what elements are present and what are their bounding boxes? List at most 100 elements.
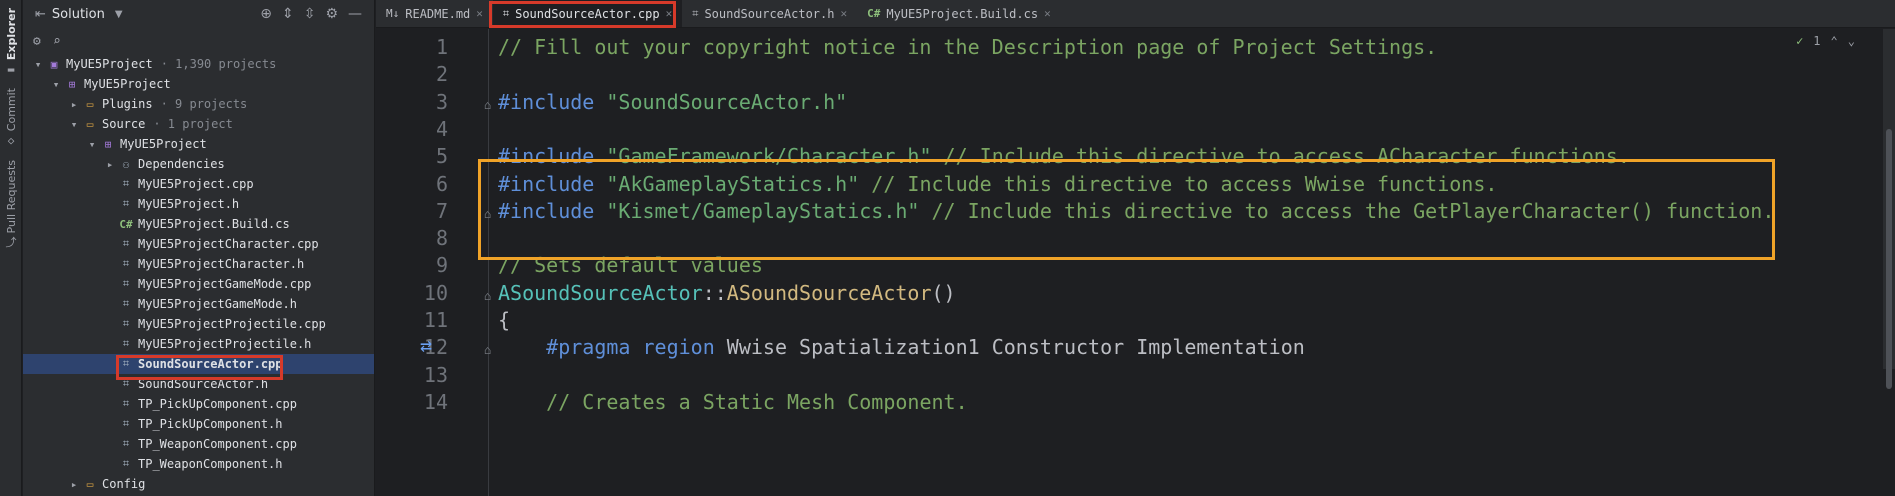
explorer-title[interactable]: Solution: [52, 7, 105, 22]
code-token: // Include this directive to access ACha…: [943, 144, 1630, 169]
csharp-file-icon: C#: [867, 7, 881, 20]
tree-item[interactable]: ⌗ MyUE5ProjectProjectile.h: [23, 334, 374, 354]
close-icon[interactable]: ✕: [1044, 7, 1051, 20]
editor-tab[interactable]: M↓ README.md ✕: [376, 0, 493, 27]
header-file-icon: ⌗: [122, 417, 130, 430]
tool-window-strip: Explorer ▬ Commit ◇ Pull Requests ⤴: [0, 0, 22, 496]
gear-icon[interactable]: ⚙: [325, 6, 338, 22]
tree-item[interactable]: ⌗ MyUE5Project.h: [23, 194, 374, 214]
tree-item[interactable]: ⌗ TP_WeaponComponent.cpp: [23, 434, 374, 454]
tree-item-label: SoundSourceActor.h: [138, 377, 269, 391]
code-line[interactable]: {: [498, 308, 510, 332]
cpp-file-icon: ⌗: [122, 177, 130, 190]
code-line[interactable]: // Fill out your copyright notice in the…: [498, 35, 1437, 59]
close-icon[interactable]: ✕: [666, 7, 673, 20]
chevron-down-icon[interactable]: ▾: [67, 118, 81, 131]
code-line[interactable]: #include "AkGameplayStatics.h" // Includ…: [498, 172, 1497, 196]
tree-item[interactable]: ⌗ MyUE5ProjectProjectile.cpp: [23, 314, 374, 334]
tree-item[interactable]: ⌗ TP_PickUpComponent.cpp: [23, 394, 374, 414]
fold-marker-icon[interactable]: ⌂: [484, 98, 491, 112]
expand-all-icon[interactable]: ⇕: [282, 6, 294, 22]
chevron-up-icon[interactable]: ⌃: [1831, 34, 1838, 48]
explorer-toolwindow-tab[interactable]: Explorer ▬: [2, 8, 20, 76]
project-icon: ⊞: [104, 137, 112, 151]
tree-item[interactable]: ⌗ SoundSourceActor.cpp: [23, 354, 374, 374]
tree-item[interactable]: ▸ ▭ Config: [23, 474, 374, 494]
collapse-all-icon[interactable]: ⇳: [304, 6, 316, 22]
editor-tab[interactable]: C# MyUE5Project.Build.cs ✕: [857, 0, 1061, 27]
chevron-right-icon[interactable]: ▸: [67, 98, 81, 111]
minimize-icon[interactable]: —: [348, 6, 362, 22]
chevron-down-icon[interactable]: ▾: [31, 58, 45, 71]
header-file-icon: ⌗: [122, 337, 130, 350]
fold-marker-icon[interactable]: ⌂: [484, 343, 491, 357]
commit-toolwindow-tab[interactable]: Commit ◇: [2, 88, 20, 147]
tree-item[interactable]: ▸ ▭ Plugins · 9 projects: [23, 94, 374, 114]
tree-item[interactable]: ⌗ MyUE5ProjectCharacter.h: [23, 254, 374, 274]
tree-item[interactable]: ⌗ MyUE5ProjectGameMode.h: [23, 294, 374, 314]
code-token: region: [642, 335, 715, 360]
tree-item[interactable]: ⌗ TP_PickUpComponent.h: [23, 414, 374, 434]
close-icon[interactable]: ✕: [476, 7, 483, 20]
code-token: (): [931, 280, 956, 305]
tree-item-label: TP_WeaponComponent.h: [138, 457, 283, 471]
search-icon[interactable]: ⌕: [53, 34, 61, 49]
project-icon: ⊞: [68, 77, 76, 91]
navigate-declaration-icon[interactable]: ⇄: [420, 333, 432, 357]
scrollbar-thumb[interactable]: [1886, 129, 1892, 389]
cpp-file-icon: ⌗: [122, 437, 130, 450]
pull-requests-toolwindow-tab[interactable]: Pull Requests ⤴: [2, 160, 20, 249]
code-line[interactable]: #pragma region Wwise Spatialization1 Con…: [498, 335, 1305, 359]
tab-label: SoundSourceActor.h: [704, 6, 835, 21]
tree-item[interactable]: ⌗ MyUE5ProjectCharacter.cpp: [23, 234, 374, 254]
tree-item[interactable]: ▾ ⊞ MyUE5Project: [23, 74, 374, 94]
code-line[interactable]: #include "SoundSourceActor.h": [498, 90, 847, 114]
line-number: 12: [423, 335, 448, 360]
chevron-down-icon[interactable]: ⌄: [1848, 34, 1855, 48]
inspection-widget[interactable]: ✓ 1 ⌃ ⌄: [1796, 34, 1855, 48]
tree-item-label: MyUE5ProjectGameMode.cpp: [138, 277, 312, 291]
tree-item[interactable]: ▾ ▣ MyUE5Project · 1,390 projects: [23, 54, 374, 74]
code-token: #include: [498, 144, 595, 169]
tree-item-label: MyUE5ProjectProjectile.h: [138, 337, 312, 351]
close-icon[interactable]: ✕: [840, 7, 847, 20]
fold-marker-icon[interactable]: ⌂: [484, 207, 491, 221]
code-token: ASoundSourceActor: [726, 280, 932, 305]
tree-item[interactable]: ▾ ⊞ MyUE5Project: [23, 134, 374, 154]
folder-icon: ▭: [86, 97, 94, 111]
editor-scrollbar[interactable]: [1883, 29, 1895, 389]
tree-item[interactable]: ▾ ▭ Source · 1 project: [23, 114, 374, 134]
editor-tab[interactable]: ⌗ SoundSourceActor.cpp ✕: [492, 0, 683, 27]
code-line[interactable]: #include "GameFramework/Character.h" // …: [498, 144, 1630, 168]
code-line[interactable]: // Sets default values: [498, 253, 763, 277]
tree-item[interactable]: ⌗ SoundSourceActor.h: [23, 374, 374, 394]
code-line[interactable]: // Creates a Static Mesh Component.: [498, 390, 967, 414]
filter-icon[interactable]: ⚙: [33, 34, 41, 49]
locate-file-icon[interactable]: ⊕: [260, 6, 272, 22]
explorer-tab-label: Explorer: [4, 8, 18, 61]
code-line[interactable]: #include "Kismet/GameplayStatics.h" // I…: [498, 199, 1774, 223]
tree-item-label: MyUE5Project.Build.cs: [138, 217, 290, 231]
tree-item[interactable]: ▸ ⚇ Dependencies: [23, 154, 374, 174]
fold-marker-icon[interactable]: ⌂: [484, 289, 491, 303]
editor-tab[interactable]: ⌗ SoundSourceActor.h ✕: [682, 0, 857, 27]
chevron-down-icon[interactable]: ▾: [85, 138, 99, 151]
tree-item-label: Source: [102, 117, 146, 131]
chevron-down-icon[interactable]: ▾: [49, 78, 63, 91]
code-token: "AkGameplayStatics.h": [606, 171, 860, 196]
chevron-right-icon[interactable]: ▸: [103, 158, 117, 171]
tree-item[interactable]: ⌗ TP_WeaponComponent.h: [23, 454, 374, 474]
tree-item-meta: · 9 projects: [160, 97, 248, 111]
code-line[interactable]: ASoundSourceActor::ASoundSourceActor(): [498, 281, 956, 305]
tree-item-label: Config: [102, 477, 146, 491]
tree-item-label: MyUE5ProjectGameMode.h: [138, 297, 297, 311]
tree-item-label: MyUE5ProjectCharacter.h: [138, 257, 305, 271]
inspection-ok-icon: ✓: [1796, 34, 1804, 48]
collapse-panel-icon[interactable]: ⇤: [35, 7, 46, 22]
tree-item[interactable]: ⌗ MyUE5ProjectGameMode.cpp: [23, 274, 374, 294]
tree-item[interactable]: ⌗ MyUE5Project.cpp: [23, 174, 374, 194]
chevron-down-icon[interactable]: ▼: [115, 9, 123, 20]
chevron-right-icon[interactable]: ▸: [67, 478, 81, 491]
tree-item[interactable]: C# MyUE5Project.Build.cs: [23, 214, 374, 234]
